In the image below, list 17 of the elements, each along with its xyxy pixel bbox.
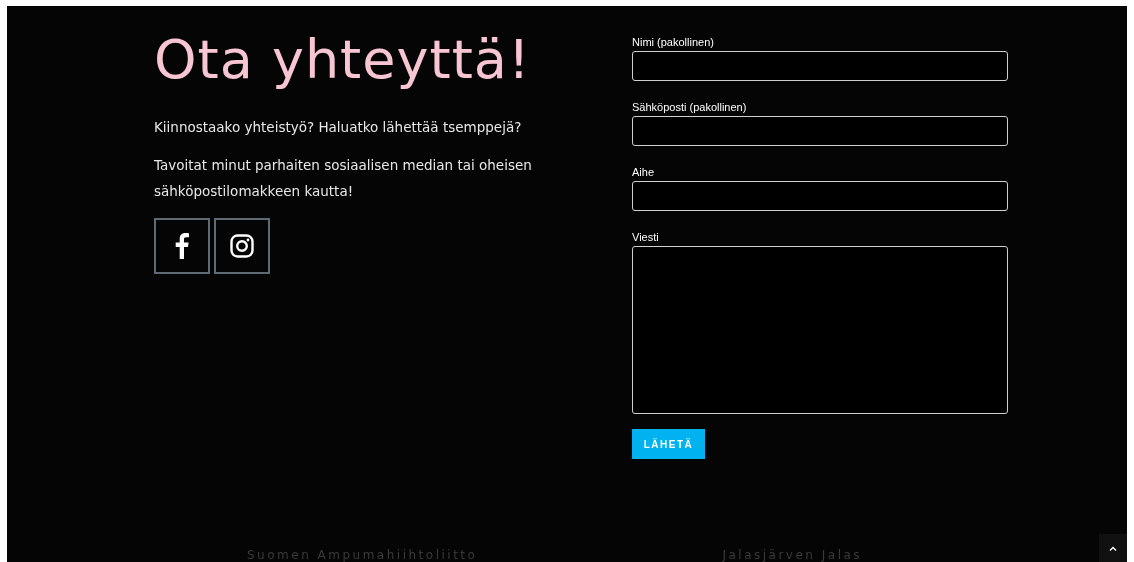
- field-label: Viesti: [632, 231, 660, 243]
- instagram-icon: [230, 234, 254, 258]
- input-field[interactable]: [632, 116, 1008, 146]
- input-field[interactable]: [632, 51, 1008, 81]
- message-field[interactable]: [632, 246, 1008, 414]
- input-field[interactable]: [632, 181, 1008, 211]
- intro-text: Kiinnostaako yhteistyö? Haluatko lähettää tsemppejä?: [154, 118, 523, 137]
- chevron-up-icon: [1109, 545, 1117, 551]
- social-link[interactable]: [154, 218, 210, 274]
- field-label: Aihe: [632, 166, 656, 178]
- page-heading: Ota yhteyttä!: [154, 28, 532, 92]
- facebook-icon: [175, 233, 189, 259]
- field-label: Nimi (pakollinen): [632, 36, 715, 48]
- social-link[interactable]: [214, 218, 270, 274]
- submit-button[interactable]: LÄHETÄ: [632, 429, 705, 459]
- contact-text: Tavoitat minut parhaiten sosiaalisen median tai oheisen sähköpostilomakkeen kautta!: [154, 156, 533, 201]
- field-label: Sähköposti (pakollinen): [632, 101, 748, 113]
